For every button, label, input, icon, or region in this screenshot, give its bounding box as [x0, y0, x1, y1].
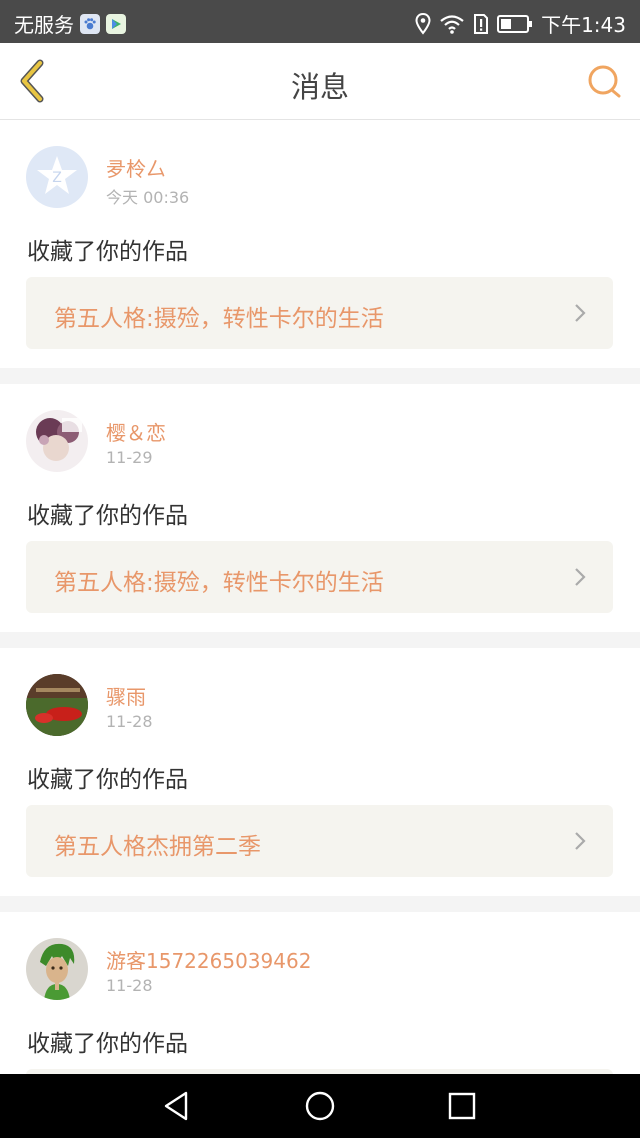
play-store-icon [106, 13, 126, 34]
user-name[interactable]: 夛柃厶 [106, 153, 166, 182]
work-title: 第五人格:摄殓，转性卡尔的生活 [54, 306, 384, 332]
carrier-label: 无服务 [14, 13, 74, 37]
message-action: 收藏了你的作品 [27, 767, 188, 793]
avatar[interactable] [26, 674, 88, 736]
work-link[interactable]: 第五人格杰拥第二季 [26, 805, 613, 877]
svg-text:Z: Z [52, 170, 62, 186]
user-name[interactable]: 樱＆恋 [106, 417, 166, 446]
chevron-right-icon [575, 832, 586, 850]
avatar[interactable] [26, 410, 88, 472]
chevron-right-icon [575, 304, 586, 322]
status-bar: 无服务 下午1:43 [0, 0, 640, 43]
top-nav-bar: 消息 [0, 43, 640, 120]
avatar[interactable]: Z [26, 146, 88, 208]
search-icon [588, 65, 621, 98]
user-name[interactable]: 游客1572265039462 [106, 945, 311, 974]
message-item: 樱＆恋 11-29 收藏了你的作品 第五人格:摄殓，转性卡尔的生活 [0, 384, 640, 632]
message-item: 游客1572265039462 11-28 收藏了你的作品 [0, 912, 640, 1074]
work-link[interactable]: 第五人格:摄殓，转性卡尔的生活 [26, 277, 613, 349]
message-item: 骤雨 11-28 收藏了你的作品 第五人格杰拥第二季 [0, 648, 640, 896]
battery-icon [497, 14, 533, 33]
status-left: 无服务 [14, 9, 126, 38]
message-time: 今天 00:36 [106, 188, 190, 207]
message-action: 收藏了你的作品 [27, 1031, 188, 1057]
work-title: 第五人格:摄殓，转性卡尔的生活 [54, 570, 384, 596]
back-key-icon[interactable] [162, 1090, 194, 1122]
message-action: 收藏了你的作品 [27, 503, 188, 529]
baidu-paw-icon [80, 13, 100, 34]
location-icon [415, 12, 431, 35]
avatar[interactable] [26, 938, 88, 1000]
work-link[interactable]: 第五人格:摄殓，转性卡尔的生活 [26, 541, 613, 613]
system-nav-bar [0, 1074, 640, 1138]
search-button[interactable] [586, 63, 624, 101]
status-right: 下午1:43 [415, 9, 626, 38]
message-item: Z 夛柃厶 今天 00:36 收藏了你的作品 第五人格:摄殓，转性卡尔的生活 [0, 120, 640, 368]
home-key-icon[interactable] [304, 1090, 336, 1122]
message-time: 11-28 [106, 976, 153, 995]
sim-alert-icon [474, 13, 489, 34]
message-time: 11-29 [106, 448, 153, 467]
message-time: 11-28 [106, 712, 153, 731]
user-name[interactable]: 骤雨 [106, 681, 146, 710]
work-title: 第五人格杰拥第二季 [54, 834, 261, 860]
recents-key-icon[interactable] [446, 1090, 478, 1122]
message-action: 收藏了你的作品 [27, 239, 188, 265]
chevron-right-icon [575, 568, 586, 586]
clock: 下午1:43 [541, 13, 626, 37]
message-list[interactable]: Z 夛柃厶 今天 00:36 收藏了你的作品 第五人格:摄殓，转性卡尔的生活 樱… [0, 120, 640, 1074]
page-title: 消息 [290, 70, 349, 104]
wifi-icon [440, 14, 464, 34]
